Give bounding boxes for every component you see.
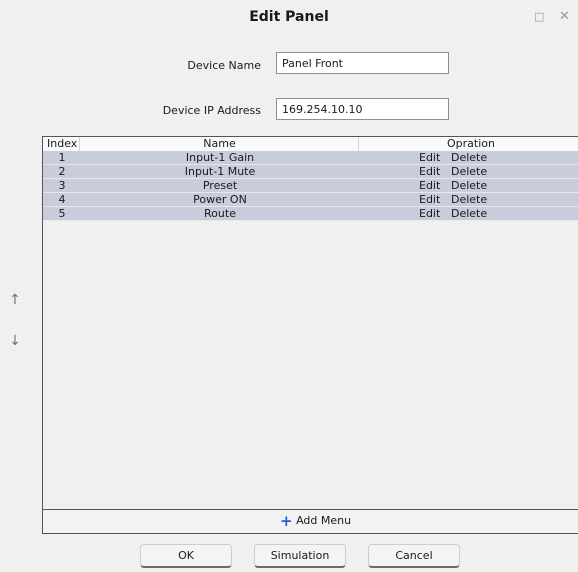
row-index: 2	[58, 165, 66, 178]
simulation-button[interactable]: Simulation	[254, 544, 346, 568]
header-name: Name	[81, 137, 359, 151]
add-menu-label: Add Menu	[296, 514, 352, 527]
table-body: 1 Input-1 Gain Edit Delete 2 Input-1 Mut…	[43, 151, 578, 221]
delete-link[interactable]: Delete	[451, 193, 487, 207]
add-menu-bar: + Add Menu	[42, 510, 578, 534]
delete-link[interactable]: Delete	[451, 151, 487, 165]
add-menu-button[interactable]: + Add Menu	[280, 513, 351, 529]
device-ip-field[interactable]	[276, 98, 449, 120]
close-icon[interactable]: ✕	[559, 9, 570, 24]
device-name-label: Device Name	[187, 59, 261, 72]
row-operations: Edit Delete	[359, 165, 578, 179]
row-operations: Edit Delete	[359, 151, 578, 165]
table-row[interactable]: 5 Route Edit Delete	[43, 207, 578, 221]
row-name: Power ON	[193, 193, 247, 206]
device-name-field[interactable]	[276, 52, 449, 74]
row-operations: Edit Delete	[359, 179, 578, 193]
row-index: 1	[58, 151, 66, 164]
row-index: 3	[58, 179, 66, 192]
window-title: Edit Panel	[249, 9, 329, 25]
table-header: Index Name Opration	[43, 137, 578, 152]
row-operations: Edit Delete	[359, 193, 578, 207]
move-up-icon[interactable]: ↑	[9, 292, 21, 308]
move-down-icon[interactable]: ↓	[9, 333, 21, 349]
header-index: Index	[43, 137, 80, 151]
cancel-button[interactable]: Cancel	[368, 544, 460, 568]
row-index: 5	[58, 207, 66, 220]
header-operation: Opration	[447, 137, 495, 150]
menu-table: Index Name Opration 1 Input-1 Gain Edit …	[42, 136, 578, 510]
delete-link[interactable]: Delete	[451, 165, 487, 179]
row-name: Input-1 Gain	[185, 151, 255, 164]
delete-link[interactable]: Delete	[451, 207, 487, 221]
device-ip-label: Device IP Address	[162, 104, 261, 117]
edit-link[interactable]: Edit	[419, 193, 440, 207]
row-index: 4	[58, 193, 66, 206]
row-operations: Edit Delete	[359, 207, 578, 221]
row-name: Input-1 Mute	[184, 165, 256, 178]
edit-link[interactable]: Edit	[419, 165, 440, 179]
plus-icon: +	[280, 512, 293, 530]
ok-button[interactable]: OK	[140, 544, 232, 568]
table-row[interactable]: 2 Input-1 Mute Edit Delete	[43, 165, 578, 179]
edit-link[interactable]: Edit	[419, 151, 440, 165]
row-name: Route	[204, 207, 236, 220]
table-row[interactable]: 3 Preset Edit Delete	[43, 179, 578, 193]
edit-link[interactable]: Edit	[419, 179, 440, 193]
table-row[interactable]: 4 Power ON Edit Delete	[43, 193, 578, 207]
edit-link[interactable]: Edit	[419, 207, 440, 221]
row-name: Preset	[202, 179, 238, 192]
delete-link[interactable]: Delete	[451, 179, 487, 193]
title-bar: Edit Panel □ ✕	[0, 0, 578, 36]
maximize-icon[interactable]: □	[534, 10, 544, 23]
table-row[interactable]: 1 Input-1 Gain Edit Delete	[43, 151, 578, 165]
